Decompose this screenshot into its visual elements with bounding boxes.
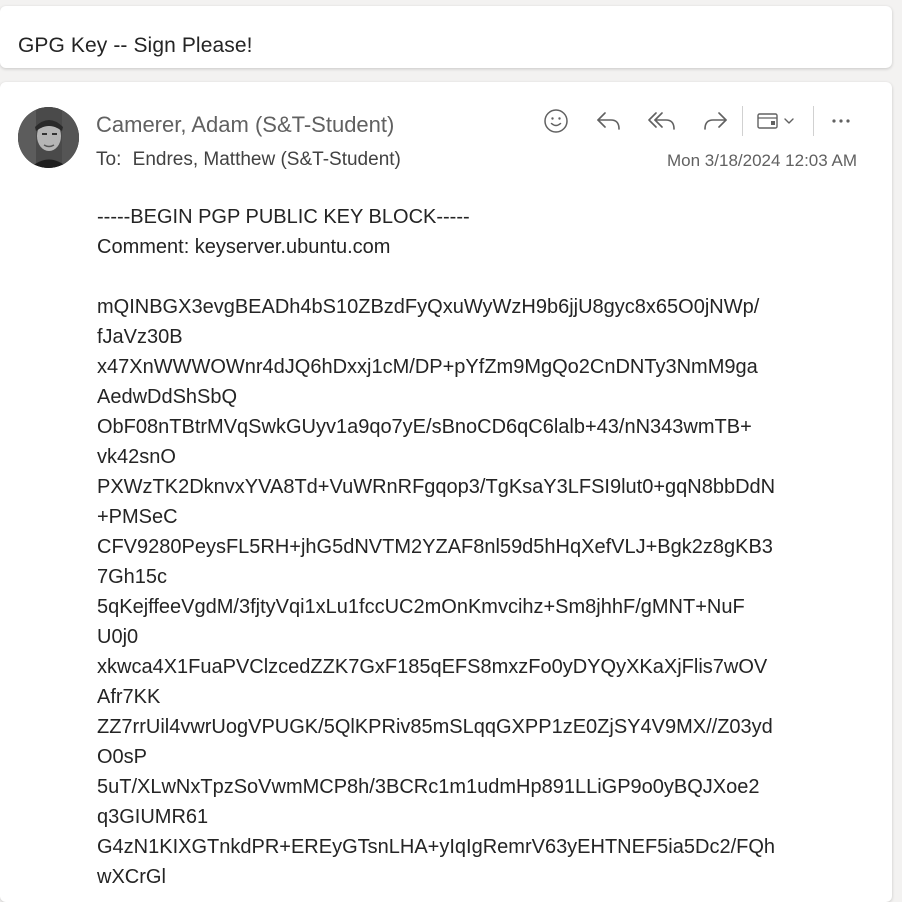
recipient-name[interactable]: Endres, Matthew (S&T-Student) <box>133 149 401 170</box>
avatar-photo <box>18 107 79 168</box>
pgp-key-line: 7Gh15c <box>97 566 168 588</box>
pgp-key-line: mQINBGX3evgBEADh4bS10ZBzdFyQxuWyWzH9b6jj… <box>97 296 760 318</box>
smiley-icon <box>544 109 568 133</box>
more-actions-button[interactable] <box>824 104 858 138</box>
pgp-key-line: vk42snO <box>97 446 176 468</box>
pgp-key-line: wXCrGl <box>97 866 166 888</box>
reply-icon <box>597 112 620 130</box>
pgp-key-line: ObF08nTBtrMVqSwkGUyv1a9qo7yE/sBnoCD6qC6l… <box>97 416 752 438</box>
pgp-key-line: AedwDdShSbQ <box>97 386 238 408</box>
pgp-key-line: +PMSeC <box>97 506 178 528</box>
pgp-key-block: mQINBGX3evgBEADh4bS10ZBzdFyQxuWyWzH9b6jj… <box>97 292 852 892</box>
pgp-key-line: O0sP <box>97 746 148 768</box>
sent-date: Mon 3/18/2024 12:03 AM <box>667 151 857 170</box>
forward-button[interactable] <box>698 104 732 138</box>
subject-header: GPG Key -- Sign Please! <box>0 6 892 68</box>
toolbar-divider <box>813 106 814 136</box>
pgp-key-line: CFV9280PeysFL5RH+jhG5dNVTM2YZAF8nl59d5hH… <box>97 536 773 558</box>
to-label: To: <box>96 149 122 170</box>
pgp-key-line: G4zN1KIXGTnkdPR+EREyGTsnLHA+yIqIgRemrV63… <box>97 836 776 858</box>
reply-all-button[interactable] <box>645 104 679 138</box>
sender-avatar[interactable] <box>18 107 79 168</box>
pgp-key-line: PXWzTK2DknvxYVA8Td+VuWRnRFgqop3/TgKsaY3L… <box>97 476 776 498</box>
pgp-key-line: U0j0 <box>97 626 139 648</box>
reply-all-icon <box>648 112 675 130</box>
pgp-key-line: ZZ7rrUil4vwrUogVPUGK/5QlKPRiv85mSLqqGXPP… <box>97 716 773 738</box>
message-card: Camerer, Adam (S&T-Student) To: Endres, … <box>0 82 892 902</box>
email-subject: GPG Key -- Sign Please! <box>18 34 253 57</box>
pgp-key-line: x47XnWWWOWnr4dJQ6hDxxj1cM/DP+pYfZm9MgQo2… <box>97 356 758 378</box>
message-body: -----BEGIN PGP PUBLIC KEY BLOCK----- Com… <box>97 202 852 892</box>
toolbar-divider <box>742 106 743 136</box>
apps-button[interactable] <box>747 104 803 138</box>
pgp-key-line: xkwca4X1FuaPVClzcedZZK7GxF185qEFS8mxzFo0… <box>97 656 768 678</box>
recipient-line: To: Endres, Matthew (S&T-Student) <box>96 149 401 171</box>
pgp-key-line: 5uT/XLwNxTpzSoVwmMCP8h/3BCRc1m1udmHp891L… <box>97 776 760 798</box>
more-icon <box>832 119 850 123</box>
react-button[interactable] <box>539 104 573 138</box>
apps-icon <box>757 113 794 129</box>
pgp-key-line: fJaVz30B <box>97 326 183 348</box>
pgp-key-line: Afr7KK <box>97 686 161 708</box>
message-toolbar <box>539 104 858 138</box>
sender-name[interactable]: Camerer, Adam (S&T-Student) <box>96 112 394 138</box>
pgp-key-line: 5qKejffeeVgdM/3fjtyVqi1xLu1fccUC2mOnKmvc… <box>97 596 745 618</box>
pgp-header-line: -----BEGIN PGP PUBLIC KEY BLOCK----- <box>97 206 470 228</box>
pgp-key-line: q3GIUMR61 <box>97 806 209 828</box>
pgp-comment-line: Comment: keyserver.ubuntu.com <box>97 236 391 258</box>
reply-button[interactable] <box>592 104 626 138</box>
forward-icon <box>704 112 727 130</box>
